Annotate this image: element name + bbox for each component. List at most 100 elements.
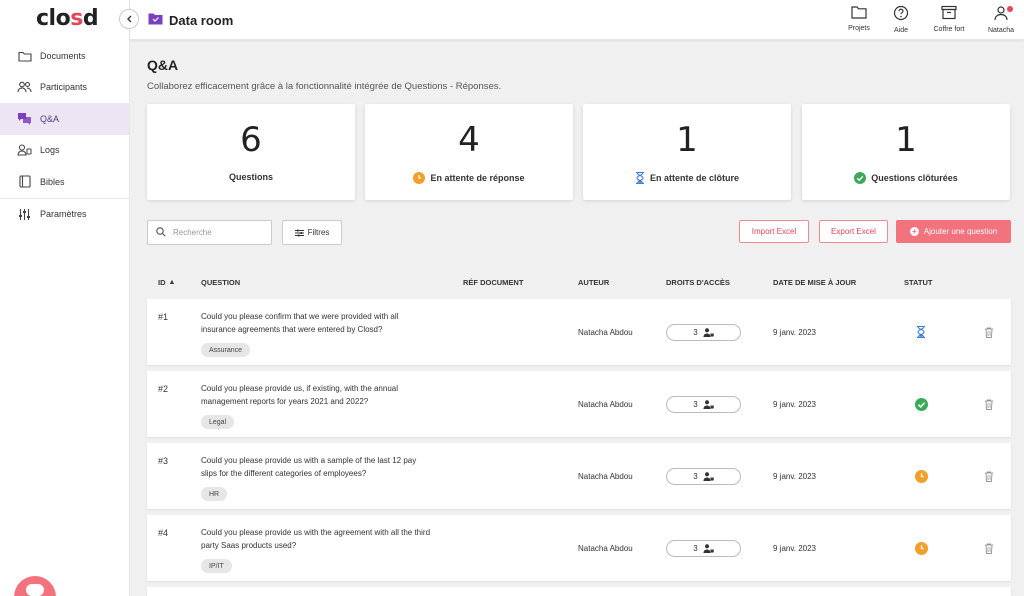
update-date: 9 janv. 2023 [773, 400, 816, 409]
trash-icon[interactable] [984, 543, 994, 556]
column-header-id[interactable]: ID ▲ [158, 278, 175, 287]
access-rights-pill[interactable]: 3 [666, 396, 741, 413]
column-header-date: DATE DE MISE À JOUR [773, 278, 857, 287]
chat-bubble-icon [26, 584, 44, 596]
chevron-left-icon [126, 10, 133, 28]
stat-label: Questions clôturées [802, 172, 1010, 184]
table-row[interactable]: #1 Could you please confirm that we were… [147, 299, 1011, 365]
user-lock-icon [703, 544, 714, 553]
sidebar-nav: Documents Participants Q&A Logs Bibles P… [0, 40, 129, 230]
check-icon [914, 397, 928, 411]
question-tag: HR [201, 487, 228, 501]
clock-icon [914, 541, 928, 555]
sidebar-item-qa[interactable]: Q&A [0, 103, 129, 135]
sidebar-item-documents[interactable]: Documents [0, 40, 129, 72]
top-actions: Projets Aide Coffre fort Natacha [836, 0, 1024, 40]
trash-icon[interactable] [984, 327, 994, 340]
update-date: 9 janv. 2023 [773, 544, 816, 553]
question-text: Could you please confirm that we were pr… [201, 312, 399, 334]
question-text: Could you please provide us, if existing… [201, 384, 399, 406]
question-tag: IP/IT [201, 559, 232, 573]
question-id: #2 [158, 384, 169, 394]
chat-support-bubble[interactable] [14, 576, 56, 596]
access-rights-pill[interactable]: 3 [666, 540, 741, 557]
add-question-button[interactable]: + Ajouter une question [896, 220, 1011, 243]
sliders-icon [17, 207, 32, 222]
user-lock-icon [703, 328, 714, 337]
sidebar-item-parametres[interactable]: Paramètres [0, 199, 129, 231]
update-date: 9 janv. 2023 [773, 472, 816, 481]
page-subtitle: Collaborez efficacement grâce à la fonct… [147, 81, 502, 92]
archive-icon [941, 5, 957, 22]
import-excel-button[interactable]: Import Excel [739, 220, 809, 243]
search-input[interactable] [173, 228, 263, 237]
hourglass-icon [635, 172, 644, 184]
stat-value: 6 [240, 120, 262, 160]
check-icon [854, 172, 867, 184]
table-row[interactable]: #4 Could you please provide us with the … [147, 515, 1011, 581]
user-lock-icon [703, 472, 714, 481]
closd-logo[interactable]: closd [36, 6, 99, 31]
dataroom-title: Data room [169, 12, 234, 28]
aide-button[interactable]: Aide [882, 0, 920, 40]
sidebar-item-participants[interactable]: Participants [0, 72, 129, 104]
filter-icon [294, 229, 304, 236]
question-author: Natacha Abdou [578, 544, 633, 553]
question-author: Natacha Abdou [578, 400, 633, 409]
table-row[interactable] [147, 587, 1011, 596]
main-content: Q&A Collaborez efficacement grâce à la f… [130, 41, 1024, 596]
question-text: Could you please provide us with the agr… [201, 528, 431, 550]
chat-icon [17, 111, 32, 126]
page-header: Data room [148, 12, 233, 28]
stat-label: En attente de clôture [583, 172, 791, 184]
stat-value: 1 [895, 120, 917, 160]
stat-value: 4 [458, 120, 480, 160]
table-row[interactable]: #2 Could you please provide us, if exist… [147, 371, 1011, 437]
search-icon [156, 224, 166, 242]
user-menu-button[interactable]: Natacha [978, 0, 1024, 40]
book-icon [17, 174, 32, 189]
sidebar-collapse-button[interactable] [119, 9, 139, 29]
table-row[interactable]: #3 Could you please provide us with a sa… [147, 443, 1011, 509]
trash-icon[interactable] [984, 471, 994, 484]
export-excel-button[interactable]: Export Excel [819, 220, 888, 243]
sidebar-item-bibles[interactable]: Bibles [0, 166, 129, 198]
coffre-fort-button[interactable]: Coffre fort [920, 0, 978, 40]
column-header-status: STATUT [904, 278, 933, 287]
question-tag: Legal [201, 415, 235, 429]
question-author: Natacha Abdou [578, 472, 633, 481]
stat-value: 1 [676, 120, 698, 160]
column-header-access: DROITS D'ACCÈS [666, 278, 730, 287]
user-lock-icon [703, 400, 714, 409]
filters-button[interactable]: Filtres [282, 220, 342, 245]
access-rights-pill[interactable]: 3 [666, 324, 741, 341]
clock-icon [914, 469, 928, 483]
access-rights-pill[interactable]: 3 [666, 468, 741, 485]
plus-icon: + [909, 227, 919, 236]
stat-card-closed: 1 Questions clôturées [802, 104, 1010, 200]
folder-icon [851, 5, 867, 21]
user-log-icon [17, 143, 32, 158]
topbar: Data room Projets Aide Coffre fort Natac… [130, 0, 1024, 40]
stat-card-awaiting-closure: 1 En attente de clôture [583, 104, 791, 200]
stat-card-awaiting-answer: 4 En attente de réponse [365, 104, 573, 200]
question-tag: Assurance [201, 343, 251, 357]
help-icon [893, 5, 909, 23]
question-id: #3 [158, 456, 169, 466]
trash-icon[interactable] [984, 399, 994, 412]
hourglass-icon [914, 325, 928, 339]
stat-label: En attente de réponse [365, 172, 573, 184]
search-box[interactable] [147, 220, 272, 245]
update-date: 9 janv. 2023 [773, 328, 816, 337]
question-text: Could you please provide us with a sampl… [201, 456, 417, 478]
sidebar: closd Documents Participants Q&A Logs Bi… [0, 0, 130, 596]
projets-button[interactable]: Projets [836, 0, 882, 40]
notification-dot [1007, 6, 1013, 12]
stat-label: Questions [228, 172, 273, 182]
sidebar-item-logs[interactable]: Logs [0, 135, 129, 167]
folder-icon [17, 48, 32, 63]
sort-ascending-icon: ▲ [168, 279, 176, 286]
question-id: #1 [158, 312, 169, 322]
column-header-doc-ref: RÉF DOCUMENT [463, 278, 524, 287]
column-header-question: QUESTION [201, 278, 241, 287]
